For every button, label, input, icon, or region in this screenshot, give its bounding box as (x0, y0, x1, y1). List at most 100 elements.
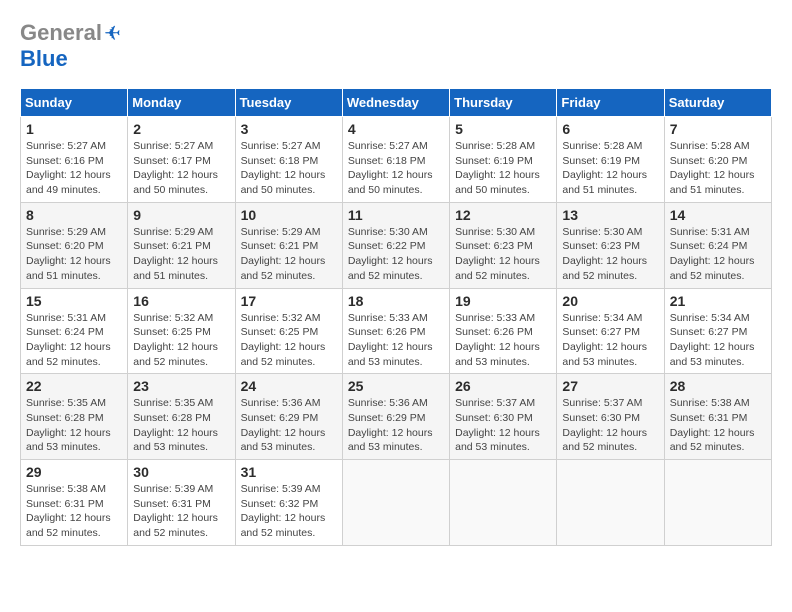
day-info: Sunrise: 5:37 AMSunset: 6:30 PMDaylight:… (562, 396, 658, 455)
day-number: 6 (562, 121, 658, 137)
calendar-header-friday: Friday (557, 89, 664, 117)
day-info: Sunrise: 5:33 AMSunset: 6:26 PMDaylight:… (348, 311, 444, 370)
day-info: Sunrise: 5:35 AMSunset: 6:28 PMDaylight:… (26, 396, 122, 455)
day-number: 17 (241, 293, 337, 309)
day-number: 24 (241, 378, 337, 394)
day-number: 3 (241, 121, 337, 137)
calendar-cell: 18 Sunrise: 5:33 AMSunset: 6:26 PMDayligh… (342, 288, 449, 374)
calendar-header-row: SundayMondayTuesdayWednesdayThursdayFrid… (21, 89, 772, 117)
day-number: 8 (26, 207, 122, 223)
calendar-cell: 2Sunrise: 5:27 AMSunset: 6:17 PMDaylight… (128, 117, 235, 203)
calendar-table: SundayMondayTuesdayWednesdayThursdayFrid… (20, 88, 772, 546)
day-number: 7 (670, 121, 766, 137)
day-info: Sunrise: 5:34 AMSunset: 6:27 PMDaylight:… (670, 311, 766, 370)
day-number: 12 (455, 207, 551, 223)
day-info: Sunrise: 5:34 AMSunset: 6:27 PMDaylight:… (562, 311, 658, 370)
calendar-cell (664, 460, 771, 546)
calendar-cell: 11 Sunrise: 5:30 AMSunset: 6:22 PMDayligh… (342, 202, 449, 288)
day-number: 13 (562, 207, 658, 223)
day-info: Sunrise: 5:39 AMSunset: 6:32 PMDaylight:… (241, 482, 337, 541)
calendar-cell: 31Sunrise: 5:39 AMSunset: 6:32 PMDayligh… (235, 460, 342, 546)
day-number: 23 (133, 378, 229, 394)
calendar-cell: 23 Sunrise: 5:35 AMSunset: 6:28 PMDayligh… (128, 374, 235, 460)
day-info: Sunrise: 5:38 AMSunset: 6:31 PMDaylight:… (26, 482, 122, 541)
day-number: 22 (26, 378, 122, 394)
calendar-header-tuesday: Tuesday (235, 89, 342, 117)
day-info: Sunrise: 5:29 AMSunset: 6:21 PMDaylight:… (133, 225, 229, 284)
day-info: Sunrise: 5:39 AMSunset: 6:31 PMDaylight:… (133, 482, 229, 541)
day-info: Sunrise: 5:28 AMSunset: 6:20 PMDaylight:… (670, 139, 766, 198)
calendar-cell: 28 Sunrise: 5:38 AMSunset: 6:31 PMDayligh… (664, 374, 771, 460)
day-info: Sunrise: 5:27 AMSunset: 6:18 PMDaylight:… (348, 139, 444, 198)
day-info: Sunrise: 5:27 AMSunset: 6:16 PMDaylight:… (26, 139, 122, 198)
day-info: Sunrise: 5:38 AMSunset: 6:31 PMDaylight:… (670, 396, 766, 455)
calendar-header-wednesday: Wednesday (342, 89, 449, 117)
day-number: 14 (670, 207, 766, 223)
calendar-cell: 7 Sunrise: 5:28 AMSunset: 6:20 PMDaylight… (664, 117, 771, 203)
calendar-cell: 20 Sunrise: 5:34 AMSunset: 6:27 PMDayligh… (557, 288, 664, 374)
calendar-cell: 14 Sunrise: 5:31 AMSunset: 6:24 PMDayligh… (664, 202, 771, 288)
calendar-cell: 1 Sunrise: 5:27 AMSunset: 6:16 PMDaylight… (21, 117, 128, 203)
calendar-cell (342, 460, 449, 546)
calendar-body: 1 Sunrise: 5:27 AMSunset: 6:16 PMDaylight… (21, 117, 772, 546)
calendar-cell: 16Sunrise: 5:32 AMSunset: 6:25 PMDayligh… (128, 288, 235, 374)
day-number: 26 (455, 378, 551, 394)
day-info: Sunrise: 5:32 AMSunset: 6:25 PMDaylight:… (133, 311, 229, 370)
calendar-cell: 5 Sunrise: 5:28 AMSunset: 6:19 PMDaylight… (450, 117, 557, 203)
calendar-cell: 30 Sunrise: 5:39 AMSunset: 6:31 PMDayligh… (128, 460, 235, 546)
day-info: Sunrise: 5:31 AMSunset: 6:24 PMDaylight:… (670, 225, 766, 284)
calendar-header-sunday: Sunday (21, 89, 128, 117)
calendar-cell: 19 Sunrise: 5:33 AMSunset: 6:26 PMDayligh… (450, 288, 557, 374)
calendar-header-monday: Monday (128, 89, 235, 117)
day-number: 20 (562, 293, 658, 309)
day-info: Sunrise: 5:28 AMSunset: 6:19 PMDaylight:… (455, 139, 551, 198)
day-info: Sunrise: 5:36 AMSunset: 6:29 PMDaylight:… (348, 396, 444, 455)
calendar-cell (450, 460, 557, 546)
day-number: 25 (348, 378, 444, 394)
day-info: Sunrise: 5:30 AMSunset: 6:23 PMDaylight:… (455, 225, 551, 284)
day-info: Sunrise: 5:28 AMSunset: 6:19 PMDaylight:… (562, 139, 658, 198)
day-number: 19 (455, 293, 551, 309)
calendar-cell: 21 Sunrise: 5:34 AMSunset: 6:27 PMDayligh… (664, 288, 771, 374)
calendar-cell: 13Sunrise: 5:30 AMSunset: 6:23 PMDayligh… (557, 202, 664, 288)
logo-general: General (20, 20, 102, 46)
day-info: Sunrise: 5:27 AMSunset: 6:18 PMDaylight:… (241, 139, 337, 198)
calendar-cell (557, 460, 664, 546)
day-number: 4 (348, 121, 444, 137)
day-info: Sunrise: 5:36 AMSunset: 6:29 PMDaylight:… (241, 396, 337, 455)
calendar-cell: 4 Sunrise: 5:27 AMSunset: 6:18 PMDaylight… (342, 117, 449, 203)
calendar-cell: 29 Sunrise: 5:38 AMSunset: 6:31 PMDayligh… (21, 460, 128, 546)
calendar-cell: 10Sunrise: 5:29 AMSunset: 6:21 PMDayligh… (235, 202, 342, 288)
logo-bird-icon: ✈ (104, 21, 121, 46)
calendar-cell: 17Sunrise: 5:32 AMSunset: 6:25 PMDayligh… (235, 288, 342, 374)
day-number: 30 (133, 464, 229, 480)
day-number: 27 (562, 378, 658, 394)
day-number: 11 (348, 207, 444, 223)
calendar-week-row: 8 Sunrise: 5:29 AMSunset: 6:20 PMDaylight… (21, 202, 772, 288)
day-number: 18 (348, 293, 444, 309)
logo: General ✈ Blue (20, 20, 121, 72)
day-number: 1 (26, 121, 122, 137)
calendar-cell: 8 Sunrise: 5:29 AMSunset: 6:20 PMDaylight… (21, 202, 128, 288)
day-info: Sunrise: 5:33 AMSunset: 6:26 PMDaylight:… (455, 311, 551, 370)
day-number: 28 (670, 378, 766, 394)
day-info: Sunrise: 5:29 AMSunset: 6:21 PMDaylight:… (241, 225, 337, 284)
day-info: Sunrise: 5:37 AMSunset: 6:30 PMDaylight:… (455, 396, 551, 455)
calendar-cell: 15Sunrise: 5:31 AMSunset: 6:24 PMDayligh… (21, 288, 128, 374)
page-header: General ✈ Blue (20, 20, 772, 72)
day-info: Sunrise: 5:35 AMSunset: 6:28 PMDaylight:… (133, 396, 229, 455)
day-info: Sunrise: 5:29 AMSunset: 6:20 PMDaylight:… (26, 225, 122, 284)
day-number: 15 (26, 293, 122, 309)
day-number: 21 (670, 293, 766, 309)
calendar-cell: 24 Sunrise: 5:36 AMSunset: 6:29 PMDayligh… (235, 374, 342, 460)
calendar-week-row: 15Sunrise: 5:31 AMSunset: 6:24 PMDayligh… (21, 288, 772, 374)
calendar-cell: 25 Sunrise: 5:36 AMSunset: 6:29 PMDayligh… (342, 374, 449, 460)
calendar-week-row: 29 Sunrise: 5:38 AMSunset: 6:31 PMDayligh… (21, 460, 772, 546)
calendar-cell: 26 Sunrise: 5:37 AMSunset: 6:30 PMDayligh… (450, 374, 557, 460)
calendar-header-saturday: Saturday (664, 89, 771, 117)
calendar-cell: 3 Sunrise: 5:27 AMSunset: 6:18 PMDaylight… (235, 117, 342, 203)
day-info: Sunrise: 5:30 AMSunset: 6:22 PMDaylight:… (348, 225, 444, 284)
day-number: 29 (26, 464, 122, 480)
day-number: 2 (133, 121, 229, 137)
day-number: 5 (455, 121, 551, 137)
